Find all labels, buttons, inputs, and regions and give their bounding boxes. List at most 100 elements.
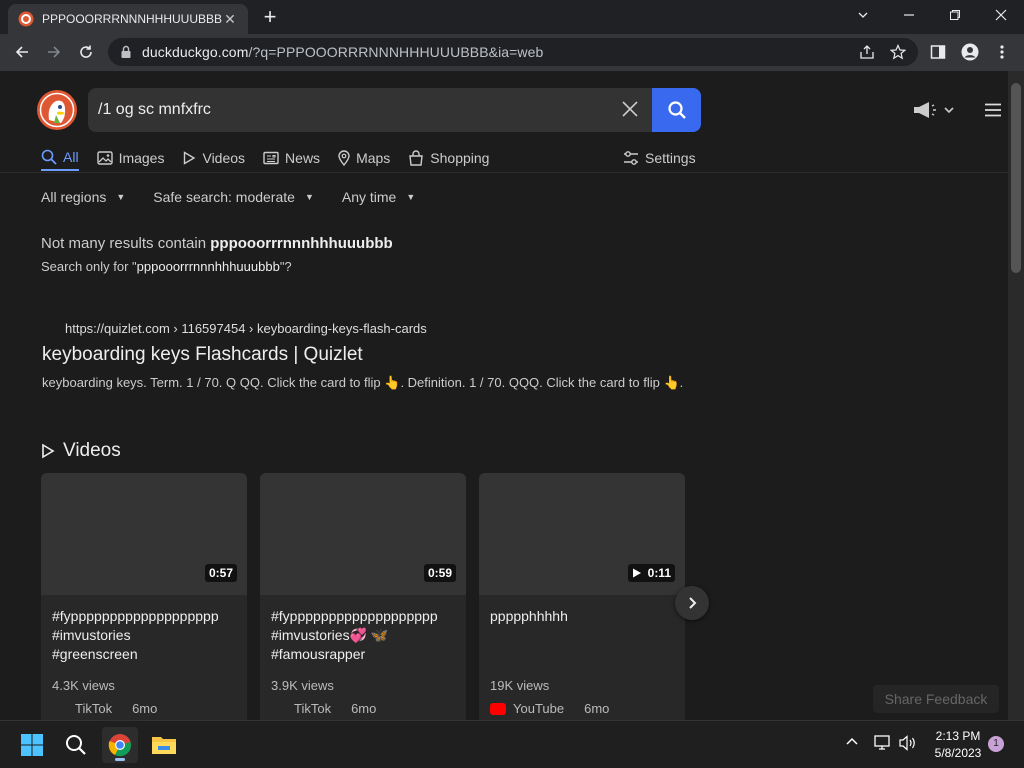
scrollbar-thumb[interactable] (1011, 83, 1021, 273)
video-duration: 0:57 (204, 564, 237, 582)
tab-videos[interactable]: Videos (182, 145, 245, 171)
magnifier-icon (667, 101, 686, 119)
back-button[interactable] (8, 38, 36, 66)
video-source: TikTok 6mo (294, 701, 377, 716)
windows-taskbar: 2:13 PM 5/8/2023 1 (0, 720, 1024, 768)
play-icon (42, 443, 55, 459)
close-window-button[interactable] (978, 0, 1024, 30)
chrome-taskbar-button[interactable] (102, 727, 138, 763)
caret-down-icon: ▼ (406, 192, 416, 202)
video-views: 3.9K views (271, 678, 334, 693)
video-views: 4.3K views (52, 678, 115, 693)
tab-news-label: News (285, 150, 321, 166)
restore-button[interactable] (932, 0, 978, 30)
tab-images-label: Images (118, 150, 165, 166)
region-filter[interactable]: All regions ▼ (41, 189, 125, 205)
announcement-megaphone-icon[interactable] (912, 100, 956, 125)
youtube-icon (490, 703, 506, 715)
notification-badge[interactable]: 1 (988, 736, 1004, 752)
page-scrollbar[interactable] (1008, 71, 1024, 720)
tab-maps[interactable]: Maps (338, 145, 390, 171)
duckduckgo-logo-icon[interactable] (37, 90, 77, 130)
pointing-hand-emoji: 👆 (384, 375, 401, 390)
video-card[interactable]: 0:57 #fyppppppppppppppppppp #imvustories… (41, 473, 247, 720)
chevron-right-icon (689, 597, 697, 609)
video-title[interactable]: #fyppppppppppppppppppp #imvustories💞 🦋 #… (271, 607, 457, 664)
profile-avatar-icon[interactable] (960, 42, 980, 62)
video-duration: 0:59 (423, 564, 456, 582)
clear-search-icon[interactable] (620, 99, 640, 119)
video-title[interactable]: ppppphhhhh (490, 607, 676, 626)
clock-date: 5/8/2023 (934, 746, 982, 760)
caret-down-icon: ▼ (304, 192, 314, 202)
network-icon[interactable] (874, 735, 892, 756)
url-text: duckduckgo.com/?q=PPPOOORRRNNNHHHUUUBBB&… (142, 44, 544, 60)
share-icon[interactable] (857, 42, 877, 62)
browser-tab[interactable]: PPPOOORRRNNNHHHUUUBBB - ✕ (8, 4, 248, 34)
tab-close-icon[interactable]: ✕ (222, 11, 238, 27)
spelling-term: pppooorrrnnnhhhuuubbb (210, 235, 393, 252)
result-snippet: keyboarding keys. Term. 1 / 70. Q QQ. Cl… (42, 375, 684, 390)
search-filters: All regions ▼ Safe search: moderate ▼ Any … (41, 189, 443, 205)
bookmark-star-icon[interactable] (888, 42, 908, 62)
result-title[interactable]: keyboarding keys Flashcards | Quizlet (42, 344, 363, 366)
volume-icon[interactable] (899, 735, 917, 756)
reload-button[interactable] (72, 38, 100, 66)
tab-videos-label: Videos (202, 150, 246, 166)
play-icon (184, 151, 196, 165)
show-hidden-icons-chevron[interactable] (845, 735, 859, 754)
tab-shopping[interactable]: Shopping (408, 145, 489, 171)
tab-all[interactable]: All (41, 145, 79, 171)
search-category-tabs: All Images Videos News Maps Shopping (41, 145, 507, 173)
hamburger-menu-icon[interactable] (985, 103, 1001, 122)
video-card[interactable]: 0:59 #fyppppppppppppppppppp #imvustories… (260, 473, 466, 720)
settings-label: Settings (645, 150, 696, 166)
clock-time: 2:13 PM (935, 729, 981, 743)
video-title[interactable]: #fyppppppppppppppppppp #imvustories #gre… (52, 607, 238, 664)
tab-images[interactable]: Images (96, 145, 165, 171)
search-only-link[interactable]: pppooorrrnnnhhhuuubbb (137, 259, 280, 274)
image-icon (96, 151, 113, 165)
minimize-button[interactable] (886, 0, 932, 30)
taskbar-search-button[interactable] (58, 727, 94, 763)
video-source: YouTube 6mo (490, 701, 609, 716)
search-results-page: All Images Videos News Maps Shopping (0, 71, 1008, 720)
chrome-menu-icon[interactable] (992, 42, 1012, 62)
tab-search-chevron-icon[interactable] (840, 0, 886, 30)
address-bar[interactable]: duckduckgo.com/?q=PPPOOORRRNNNHHHUUUBBB&… (108, 38, 918, 66)
video-views: 19K views (490, 678, 550, 693)
settings-button[interactable]: Settings (623, 145, 696, 171)
pointing-hand-emoji: 👆 (663, 375, 680, 390)
start-button[interactable] (14, 727, 50, 763)
taskbar-clock[interactable]: 2:13 PM 5/8/2023 (930, 728, 986, 762)
search-only-for: Search only for "pppooorrrnnnhhhuuubbb"? (41, 259, 292, 274)
active-app-indicator (115, 758, 125, 761)
tab-strip: PPPOOORRRNNNHHHUUUBBB - ✕ + (0, 0, 1024, 34)
spelling-notice: Not many results contain pppooorrrnnnhhh… (41, 235, 393, 252)
share-feedback-button[interactable]: Share Feedback (873, 685, 999, 713)
tab-title: PPPOOORRRNNNHHHUUUBBB - (42, 12, 222, 26)
videos-heading[interactable]: Videos (41, 440, 121, 462)
forward-button[interactable] (40, 38, 68, 66)
safe-search-filter[interactable]: Safe search: moderate ▼ (153, 189, 314, 205)
chrome-icon (108, 734, 131, 757)
tab-shopping-label: Shopping (430, 150, 490, 166)
lock-icon[interactable] (120, 45, 132, 59)
video-card[interactable]: 0:11 ppppphhhhh 19K views YouTube 6mo (479, 473, 685, 720)
sliders-icon (624, 151, 638, 165)
new-tab-button[interactable]: + (258, 6, 282, 30)
duckduckgo-favicon-icon (18, 11, 34, 27)
search-box[interactable] (88, 88, 652, 132)
windows-logo-icon (21, 734, 43, 756)
search-header: All Images Videos News Maps Shopping (0, 71, 1008, 173)
side-panel-icon[interactable] (928, 42, 948, 62)
search-icon (41, 149, 57, 165)
result-url[interactable]: https://quizlet.com › 116597454 › keyboa… (65, 321, 427, 336)
map-pin-icon (338, 150, 350, 166)
time-filter[interactable]: Any time ▼ (342, 189, 415, 205)
tab-news[interactable]: News (263, 145, 320, 171)
search-input[interactable] (98, 101, 598, 119)
carousel-next-button[interactable] (675, 586, 709, 620)
search-button[interactable] (652, 88, 701, 132)
file-explorer-button[interactable] (146, 727, 182, 763)
